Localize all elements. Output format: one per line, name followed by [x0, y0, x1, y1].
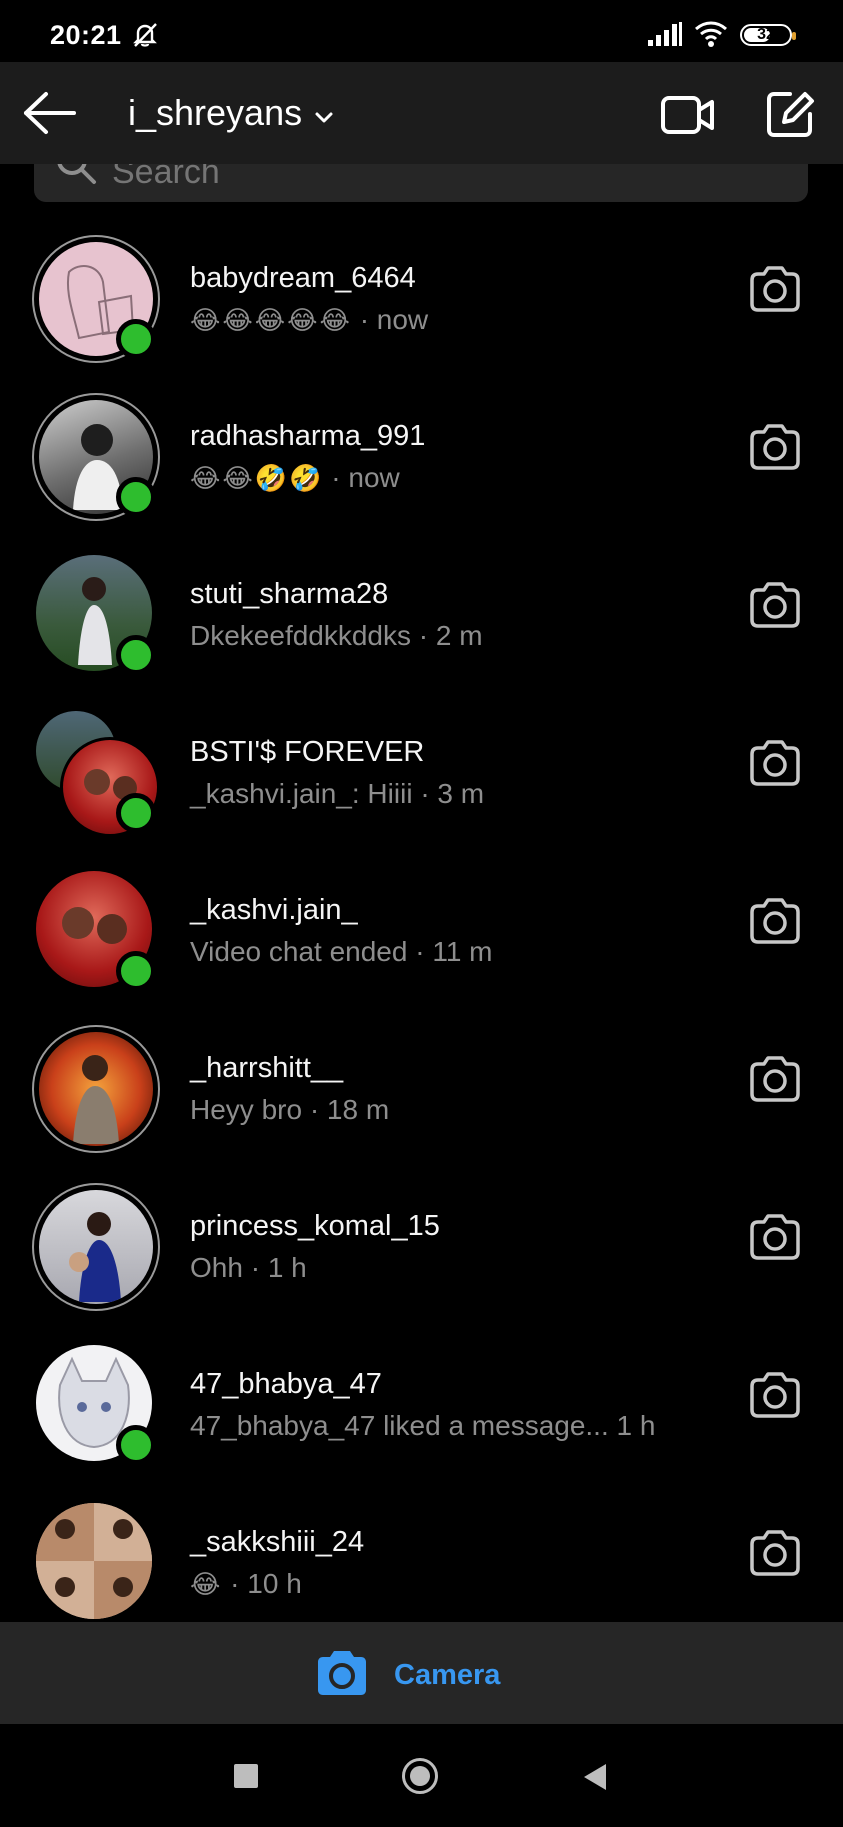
avatar	[32, 1341, 160, 1469]
camera-icon	[316, 1650, 368, 1701]
thread-row[interactable]: _harrshitt__ Heyy bro · 18 m	[0, 1010, 843, 1168]
thread-row[interactable]: _kashvi.jain_ Video chat ended · 11 m	[0, 852, 843, 1010]
camera-icon[interactable]	[748, 740, 802, 791]
thread-preview: 😂	[190, 1568, 223, 1599]
avatar	[32, 1025, 160, 1153]
thread-time: · 2 m	[418, 620, 483, 651]
thread-row[interactable]: 47_bhabya_47 47_bhabya_47 liked a messag…	[0, 1326, 843, 1484]
avatar	[32, 867, 160, 995]
camera-icon[interactable]	[748, 1372, 802, 1423]
new-message-icon[interactable]	[764, 88, 816, 145]
online-indicator	[116, 1425, 156, 1465]
avatar	[32, 235, 160, 363]
account-switcher[interactable]: i_shreyans	[128, 92, 334, 134]
thread-row[interactable]: radhasharma_991 😂😂🤣🤣 · now	[0, 378, 843, 536]
thread-name: stuti_sharma28	[190, 578, 389, 610]
thread-preview-line: Ohh · 1 h	[190, 1252, 307, 1284]
avatar	[32, 1183, 160, 1311]
camera-icon[interactable]	[748, 1214, 802, 1265]
camera-icon[interactable]	[748, 424, 802, 475]
signal-icon	[648, 22, 684, 51]
thread-name: princess_komal_15	[190, 1210, 440, 1242]
thread-preview: _kashvi.jain_: Hiiii	[190, 778, 413, 809]
camera-icon[interactable]	[748, 1056, 802, 1107]
thread-name: babydream_6464	[190, 262, 416, 294]
thread-preview: Ohh	[190, 1252, 243, 1283]
online-indicator	[116, 951, 156, 991]
thread-time: 1 h	[616, 1410, 656, 1441]
account-name: i_shreyans	[128, 92, 303, 133]
thread-preview-line: 47_bhabya_47 liked a message... 1 h	[190, 1410, 655, 1442]
battery-icon: 32	[740, 24, 796, 46]
online-indicator	[116, 319, 156, 359]
online-indicator	[116, 793, 156, 833]
thread-row[interactable]: babydream_6464 😂😂😂😂😂 · now	[0, 220, 843, 378]
thread-time: · 1 h	[250, 1252, 307, 1283]
search-input[interactable]	[110, 164, 714, 198]
thread-preview-line: Video chat ended · 11 m	[190, 936, 493, 968]
camera-icon[interactable]	[748, 898, 802, 949]
thread-preview-line: Heyy bro · 18 m	[190, 1094, 389, 1126]
camera-icon[interactable]	[748, 582, 802, 633]
thread-preview: Heyy bro	[190, 1094, 303, 1125]
search-icon	[54, 164, 98, 191]
thread-preview: 47_bhabya_47 liked a message...	[190, 1410, 609, 1441]
camera-label: Camera	[394, 1659, 501, 1691]
thread-row[interactable]: BSTI'$ FOREVER _kashvi.jain_: Hiiii · 3 …	[0, 694, 843, 852]
status-time: 20:21	[50, 20, 122, 50]
thread-name: radhasharma_991	[190, 420, 426, 452]
avatar	[32, 393, 160, 521]
thread-preview: 😂😂🤣🤣	[190, 462, 324, 493]
bottom-camera-bar: Camera	[0, 1622, 843, 1724]
online-indicator	[116, 635, 156, 675]
nav-back-icon[interactable]	[580, 1762, 608, 1797]
video-call-icon[interactable]	[660, 92, 716, 143]
chevron-down-icon	[314, 92, 334, 134]
recents-button[interactable]	[234, 1764, 258, 1788]
home-button[interactable]	[402, 1758, 438, 1794]
back-arrow-icon[interactable]	[22, 90, 78, 136]
thread-name: BSTI'$ FOREVER	[190, 736, 425, 768]
thread-row[interactable]: _sakkshiii_24 😂 · 10 h	[0, 1484, 843, 1622]
group-avatar	[32, 709, 160, 837]
thread-name: _sakkshiii_24	[190, 1526, 365, 1558]
thread-list: babydream_6464 😂😂😂😂😂 · now radhasharma_9…	[0, 220, 843, 1622]
thread-time: · 11 m	[415, 936, 493, 967]
avatar	[32, 1499, 160, 1622]
avatar	[32, 551, 160, 679]
battery-level: 32	[757, 26, 775, 43]
thread-name: _harrshitt__	[190, 1052, 344, 1084]
header: i_shreyans	[0, 62, 843, 164]
system-nav-bar	[0, 1724, 843, 1827]
camera-icon[interactable]	[748, 1530, 802, 1581]
thread-name: _kashvi.jain_	[190, 894, 358, 926]
thread-name: 47_bhabya_47	[190, 1368, 382, 1400]
thread-time: · 18 m	[309, 1094, 390, 1125]
thread-row[interactable]: stuti_sharma28 Dkekeefddkkddks · 2 m	[0, 536, 843, 694]
thread-time: · now	[359, 304, 429, 335]
thread-preview-line: 😂😂🤣🤣 · now	[190, 462, 400, 494]
wifi-icon	[694, 20, 728, 53]
thread-preview-line: _kashvi.jain_: Hiiii · 3 m	[190, 778, 484, 810]
thread-preview: Video chat ended	[190, 936, 408, 967]
online-indicator	[116, 477, 156, 517]
camera-icon[interactable]	[748, 266, 802, 317]
camera-button[interactable]: Camera	[316, 1650, 500, 1701]
search-bar[interactable]	[34, 164, 808, 202]
status-bar: 20:21 32	[0, 0, 843, 62]
thread-preview: Dkekeefddkkddks	[190, 620, 412, 651]
thread-time: · 3 m	[420, 778, 485, 809]
thread-preview: 😂😂😂😂😂	[190, 304, 352, 335]
mute-bell-icon	[130, 20, 160, 55]
thread-time: · 10 h	[230, 1568, 302, 1599]
thread-preview-line: 😂 · 10 h	[190, 1568, 302, 1600]
thread-preview-line: 😂😂😂😂😂 · now	[190, 304, 428, 336]
thread-row[interactable]: princess_komal_15 Ohh · 1 h	[0, 1168, 843, 1326]
thread-preview-line: Dkekeefddkkddks · 2 m	[190, 620, 483, 652]
thread-time: · now	[331, 462, 400, 493]
